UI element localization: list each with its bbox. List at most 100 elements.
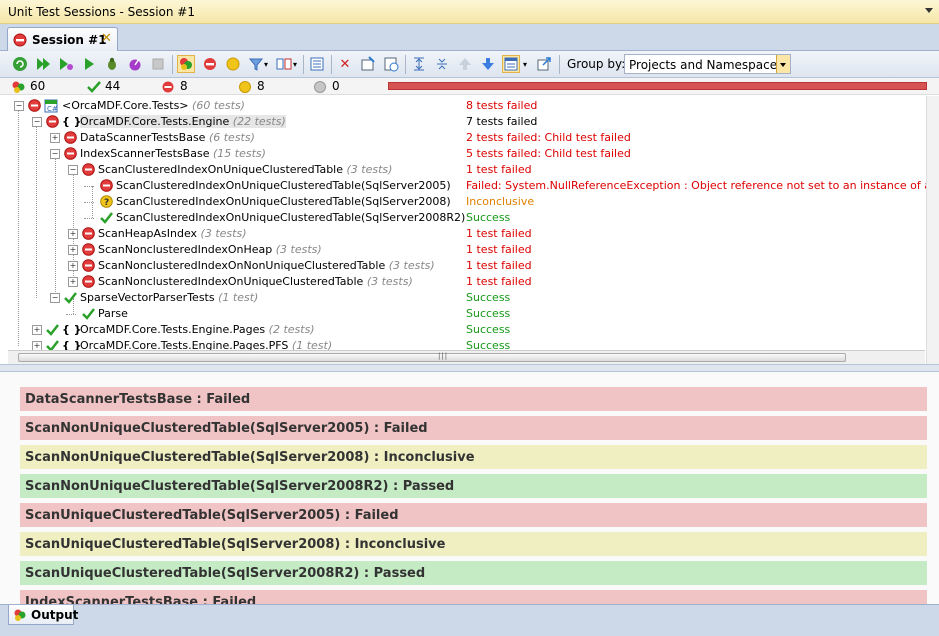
tree-row[interactable]: ? ScanClusteredIndexOnUniqueClusteredTabl… (0, 194, 926, 210)
collapse-icon[interactable]: − (50, 293, 60, 303)
tab-output[interactable]: Output (8, 605, 78, 625)
collapse-icon[interactable]: − (68, 165, 78, 175)
failed-icon (82, 227, 95, 243)
tree-row[interactable]: − IndexScannerTestsBase (15 tests) 5 tests… (0, 146, 926, 162)
test-name: ScanNonclusteredIndexOnUniqueClusteredTa… (98, 275, 364, 288)
chevron-down-icon[interactable] (776, 55, 790, 73)
layout-dropdown-icon[interactable]: ▾ (521, 55, 529, 73)
expand-icon[interactable]: + (68, 277, 78, 287)
tree-item-name: Parse (98, 307, 128, 320)
add-tests-icon[interactable] (359, 55, 377, 73)
namespace-icon: { } (62, 323, 82, 336)
toolbar-separator (303, 55, 304, 74)
inconclusive-filter-icon[interactable] (224, 55, 242, 73)
toolbar: ▾ ▾ ✕ ▾ Group by: Projects and Namespace… (0, 51, 939, 78)
tree-row[interactable]: ScanClusteredIndexOnUniqueClusteredTable… (0, 178, 926, 194)
tab-session-1[interactable]: Session #1 ✕ (7, 27, 118, 51)
group-by-select[interactable]: Projects and Namespaces (624, 54, 791, 74)
tree-row[interactable]: + { } OrcaMDF.Core.Tests.Engine.Pages (2 t… (0, 322, 926, 338)
title-bar: Unit Test Sessions - Session #1 (0, 0, 939, 24)
refresh-icon[interactable] (11, 55, 29, 73)
run-all-icon[interactable] (34, 55, 52, 73)
expand-icon[interactable]: + (50, 133, 60, 143)
expand-icon[interactable]: + (68, 229, 78, 239)
tree-line (84, 202, 94, 203)
window-menu-dropdown-icon[interactable] (925, 8, 933, 13)
expand-icon[interactable]: + (32, 341, 42, 350)
tree-line (84, 218, 94, 219)
expand-all-icon[interactable] (410, 55, 428, 73)
test-name: Parse (98, 307, 128, 320)
run-selected-icon[interactable] (57, 55, 75, 73)
tree-row[interactable]: ScanClusteredIndexOnUniqueClusteredTable… (0, 210, 926, 226)
group-by-value: Projects and Namespaces (629, 58, 784, 72)
vertical-scrollbar[interactable] (926, 96, 939, 364)
export-icon[interactable] (535, 55, 553, 73)
test-count: (3 tests) (200, 227, 247, 240)
scrollbar-thumb[interactable] (18, 353, 846, 362)
test-result: Success (466, 291, 511, 304)
tree-row[interactable]: + ScanHeapAsIndex (3 tests) 1 test failed (0, 226, 926, 242)
toolbar-separator (559, 55, 560, 74)
output-line: ScanUniqueClusteredTable(SqlServer2008) … (20, 532, 927, 556)
output-line: IndexScannerTestsBase : Failed (20, 590, 927, 604)
test-count: (3 tests) (388, 259, 435, 272)
failed-icon (28, 99, 41, 115)
collapse-icon[interactable]: − (50, 149, 60, 159)
debug-icon[interactable] (103, 55, 121, 73)
inconclusive-icon (239, 81, 251, 93)
next-failure-icon[interactable] (479, 55, 497, 73)
layout-icon[interactable] (502, 55, 520, 73)
horizontal-scrollbar[interactable]: ||| (8, 350, 925, 364)
tree-row[interactable]: − C# <OrcaMDF.Core.Tests> (60 tests) 8 test… (0, 98, 926, 114)
test-count: (3 tests) (275, 243, 322, 256)
tree-item-name: ScanNonclusteredIndexOnHeap (3 tests) (98, 243, 322, 256)
tree-row[interactable]: − { } OrcaMDF.Core.Tests.Engine (22 tests)… (0, 114, 926, 130)
remove-icon[interactable]: ✕ (336, 55, 354, 73)
filter-dropdown-icon[interactable]: ▾ (262, 55, 270, 73)
output-line: ScanUniqueClusteredTable(SqlServer2005) … (20, 503, 927, 527)
tree-item-name: ScanClusteredIndexOnUniqueClusteredTable… (116, 195, 451, 208)
bottom-tab-bar: Output (0, 604, 939, 636)
stop-icon[interactable] (149, 55, 167, 73)
test-count: (1 test) (291, 339, 333, 350)
test-name: ScanClusteredIndexOnUniqueClusteredTable (98, 163, 344, 176)
tree-row[interactable]: + ScanNonclusteredIndexOnNonUniqueCluster… (0, 258, 926, 274)
tree-row[interactable]: − SparseVectorParserTests (1 test) Success (0, 290, 926, 306)
pane-splitter[interactable] (0, 364, 939, 372)
tree-item-name: ScanClusteredIndexOnUniqueClusteredTable… (116, 211, 465, 224)
tree-row[interactable]: + { } OrcaMDF.Core.Tests.Engine.Pages.PFS … (0, 338, 926, 350)
tree-item-name: OrcaMDF.Core.Tests.Engine.Pages.PFS (1 t… (80, 339, 332, 350)
show-all-filter-icon[interactable] (177, 55, 195, 73)
expand-icon[interactable]: + (68, 245, 78, 255)
tree-row[interactable]: + ScanNonclusteredIndexOnHeap (3 tests) 1 … (0, 242, 926, 258)
previous-failure-icon[interactable] (456, 55, 474, 73)
collapse-icon[interactable]: − (14, 101, 24, 111)
test-result: 2 tests failed: Child test failed (466, 131, 631, 144)
collapse-all-icon[interactable] (433, 55, 451, 73)
tree-row[interactable]: + ScanNonclusteredIndexOnUniqueClusteredT… (0, 274, 926, 290)
close-tab-icon[interactable]: ✕ (101, 31, 112, 46)
failed-icon (162, 81, 174, 93)
profile-icon[interactable] (126, 55, 144, 73)
test-count: (60 tests) (192, 99, 245, 112)
tree-row[interactable]: + DataScannerTestsBase (6 tests) 2 tests f… (0, 130, 926, 146)
test-result: 5 tests failed: Child test failed (466, 147, 631, 160)
failed-icon (64, 131, 77, 147)
test-name: ScanClusteredIndexOnUniqueClusteredTable… (116, 195, 451, 208)
output-pane: DataScannerTestsBase : Failed ScanNonUniq… (0, 372, 939, 604)
tree-item-name: DataScannerTestsBase (6 tests) (80, 131, 255, 144)
tree-row[interactable]: − ScanClusteredIndexOnUniqueClusteredTabl… (0, 162, 926, 178)
tree-item-name: <OrcaMDF.Core.Tests> (60 tests) (62, 99, 245, 112)
list-view-icon[interactable] (308, 55, 326, 73)
failed-filter-icon[interactable] (201, 55, 219, 73)
history-icon[interactable] (382, 55, 400, 73)
run-icon[interactable] (80, 55, 98, 73)
tree-row[interactable]: Parse Success (0, 306, 926, 322)
expand-icon[interactable]: + (68, 261, 78, 271)
expand-icon[interactable]: + (32, 325, 42, 335)
collapse-icon[interactable]: − (32, 117, 42, 127)
test-result: Success (466, 307, 511, 320)
failed-icon (46, 115, 59, 131)
columns-dropdown-icon[interactable]: ▾ (291, 55, 299, 73)
